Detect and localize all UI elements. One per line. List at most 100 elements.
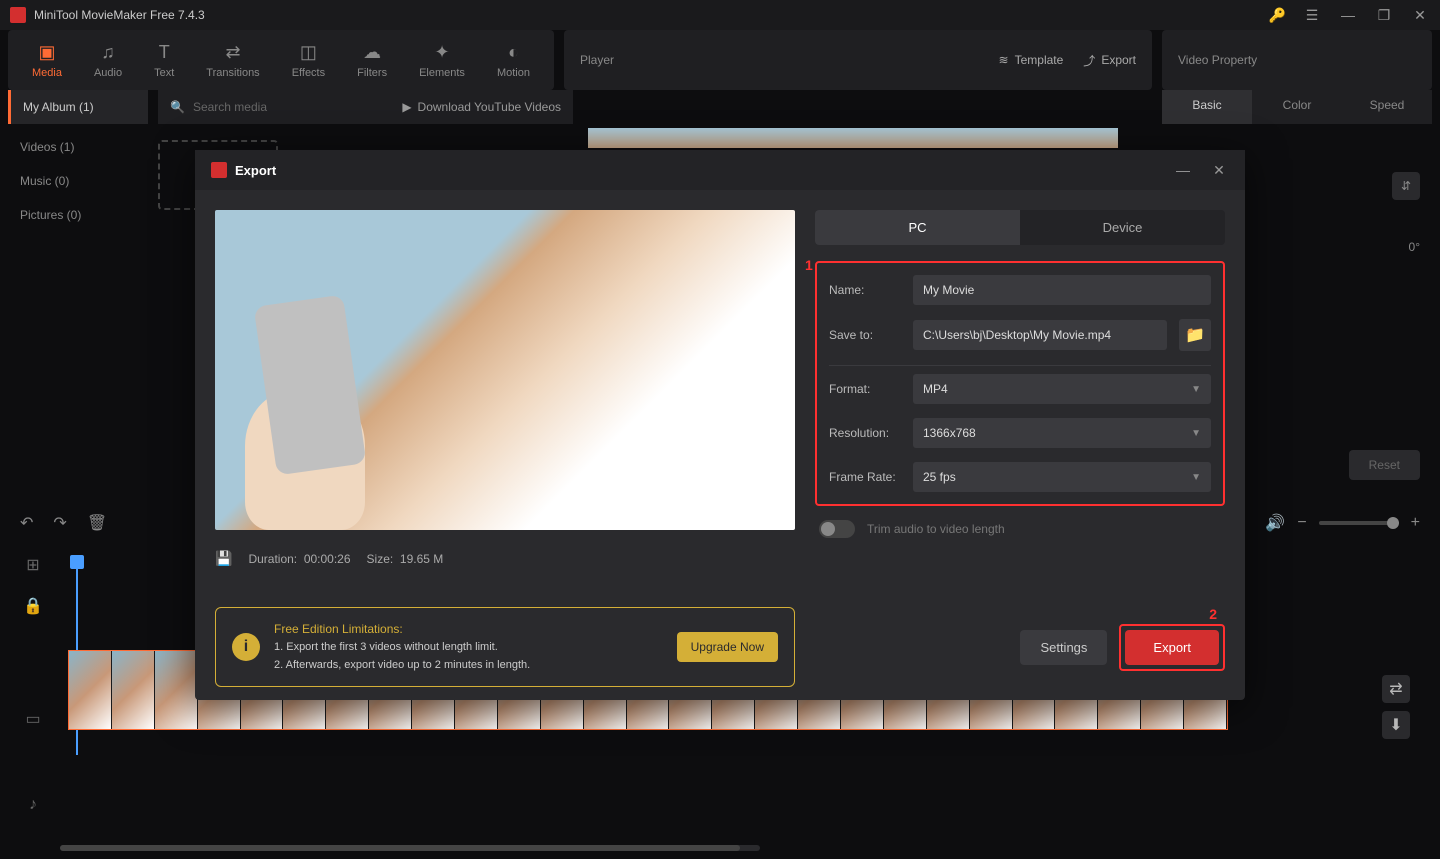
export-tab-device[interactable]: Device [1020, 210, 1225, 245]
reset-button[interactable]: Reset [1349, 450, 1420, 480]
export-form-highlight: 1 Name: Save to: 📁 Format: MP4▼ [815, 261, 1225, 506]
album-tab[interactable]: My Album (1) [8, 90, 148, 124]
limitations-line1: 1. Export the first 3 videos without len… [274, 639, 663, 657]
zoom-slider[interactable] [1319, 521, 1399, 525]
format-select[interactable]: MP4▼ [913, 374, 1211, 404]
zoom-out-button[interactable]: − [1297, 514, 1306, 532]
resolution-select[interactable]: 1366x768▼ [913, 418, 1211, 448]
info-icon: i [232, 633, 260, 661]
transitions-icon: ⇄ [225, 42, 240, 63]
format-label: Format: [829, 382, 901, 396]
player-panel-header: Player ≋Template ⤴Export [564, 30, 1152, 90]
tab-text[interactable]: TText [138, 34, 190, 87]
export-modal: Export — ✕ 💾 Duration: 00:00:26 Size: 19… [195, 150, 1245, 700]
export-tab-pc[interactable]: PC [815, 210, 1020, 245]
tab-transitions[interactable]: ⇄Transitions [190, 34, 275, 87]
framerate-select[interactable]: 25 fps▼ [913, 462, 1211, 492]
tab-effects[interactable]: ◫ Effects [276, 34, 341, 87]
tab-filters[interactable]: ☁Filters [341, 34, 403, 87]
size-label: Size: [367, 552, 394, 566]
title-bar: MiniTool MovieMaker Free 7.4.3 🔑 ☰ — ❐ ✕ [0, 0, 1440, 30]
template-button[interactable]: ≋Template [999, 52, 1064, 69]
search-bar: 🔍 Search media ▶ Download YouTube Videos [158, 90, 573, 124]
search-placeholder[interactable]: Search media [193, 100, 267, 114]
elements-icon: ✦ [434, 42, 449, 63]
save-icon: 💾 [215, 550, 232, 567]
youtube-icon: ▶ [402, 100, 411, 114]
sidebar-item-music[interactable]: Music (0) [8, 164, 148, 198]
video-track-icon: ▭ [8, 699, 58, 740]
tab-media[interactable]: ▣ Media [16, 34, 78, 87]
text-icon: T [159, 42, 170, 63]
download-clip-button[interactable]: ⬇ [1382, 711, 1410, 739]
layers-icon: ≋ [999, 53, 1009, 67]
trim-audio-toggle[interactable] [819, 520, 855, 538]
prop-tab-basic[interactable]: Basic [1162, 90, 1252, 124]
music-icon: ♫ [101, 42, 115, 63]
property-tabs: Basic Color Speed [1162, 90, 1432, 124]
limitations-title: Free Edition Limitations: [274, 620, 663, 639]
upgrade-button[interactable]: Upgrade Now [677, 632, 778, 662]
duration-value: 00:00:26 [304, 552, 351, 566]
settings-button[interactable]: Settings [1020, 630, 1107, 665]
chevron-down-icon: ▼ [1191, 472, 1201, 483]
annotation-2: 2 [1209, 606, 1217, 622]
lock-icon[interactable]: 🔒 [8, 586, 58, 627]
export-button-top[interactable]: ⤴Export [1083, 52, 1136, 69]
sidebar-item-videos[interactable]: Videos (1) [8, 130, 148, 164]
export-target-tabs: PC Device [815, 210, 1225, 245]
limitations-line2: 2. Afterwards, export video up to 2 minu… [274, 657, 663, 675]
saveto-label: Save to: [829, 328, 901, 342]
tab-motion[interactable]: ◐ Motion [481, 34, 546, 87]
minimize-button[interactable]: — [1338, 5, 1358, 25]
size-value: 19.65 M [400, 552, 443, 566]
effects-icon: ◫ [300, 42, 317, 63]
tab-motion-label: Motion [497, 67, 530, 79]
duration-label: Duration: [248, 552, 297, 566]
name-input[interactable] [913, 275, 1211, 305]
delete-button[interactable]: 🗑 [87, 513, 107, 533]
undo-button[interactable]: ↶ [20, 513, 33, 533]
resolution-label: Resolution: [829, 426, 901, 440]
redo-button[interactable]: ↷ [53, 513, 66, 533]
motion-icon: ◐ [508, 42, 519, 63]
main-toolbar: ▣ Media ♫Audio TText ⇄Transitions ◫ Effect… [0, 30, 1440, 90]
modal-title: Export [235, 163, 276, 178]
prop-tab-speed[interactable]: Speed [1342, 90, 1432, 124]
swap-button[interactable]: ⇄ [1382, 675, 1410, 703]
prop-tab-color[interactable]: Color [1252, 90, 1342, 124]
mute-button[interactable]: 🔊 [1265, 513, 1285, 533]
tab-media-label: Media [32, 67, 62, 79]
name-label: Name: [829, 283, 901, 297]
zoom-in-button[interactable]: + [1411, 514, 1420, 532]
sidebar-item-pictures[interactable]: Pictures (0) [8, 198, 148, 232]
close-button[interactable]: ✕ [1410, 5, 1430, 25]
modal-minimize-button[interactable]: — [1173, 160, 1193, 180]
chevron-down-icon: ▼ [1191, 384, 1201, 395]
download-youtube-link[interactable]: ▶ Download YouTube Videos [402, 100, 561, 114]
tab-filters-label: Filters [357, 67, 387, 79]
maximize-button[interactable]: ❐ [1374, 5, 1394, 25]
media-sidebar: Videos (1) Music (0) Pictures (0) [8, 130, 148, 232]
timeline-scrollbar[interactable] [60, 845, 760, 851]
upload-icon: ⤴ [1083, 52, 1095, 69]
export-button[interactable]: Export [1125, 630, 1219, 665]
modal-close-button[interactable]: ✕ [1209, 160, 1229, 180]
folder-icon: ▣ [38, 42, 55, 63]
rotate-value: 0° [1409, 240, 1420, 254]
secondary-bar: My Album (1) 🔍 Search media ▶ Download Y… [0, 90, 1440, 124]
property-panel-title: Video Property [1178, 53, 1257, 67]
property-panel-header: Video Property [1162, 30, 1432, 90]
annotation-1: 1 [805, 257, 813, 273]
flip-v-button[interactable]: ⇵ [1392, 172, 1420, 200]
saveto-input[interactable] [913, 320, 1167, 350]
framerate-label: Frame Rate: [829, 470, 901, 484]
tab-elements[interactable]: ✦Elements [403, 34, 481, 87]
tab-effects-label: Effects [292, 67, 325, 79]
folder-open-icon: 📁 [1185, 325, 1205, 345]
browse-button[interactable]: 📁 [1179, 319, 1211, 351]
key-icon[interactable]: 🔑 [1269, 7, 1286, 24]
tab-audio[interactable]: ♫Audio [78, 34, 138, 87]
menu-icon[interactable]: ☰ [1302, 5, 1322, 25]
add-track-button[interactable]: ⊞ [8, 545, 58, 586]
